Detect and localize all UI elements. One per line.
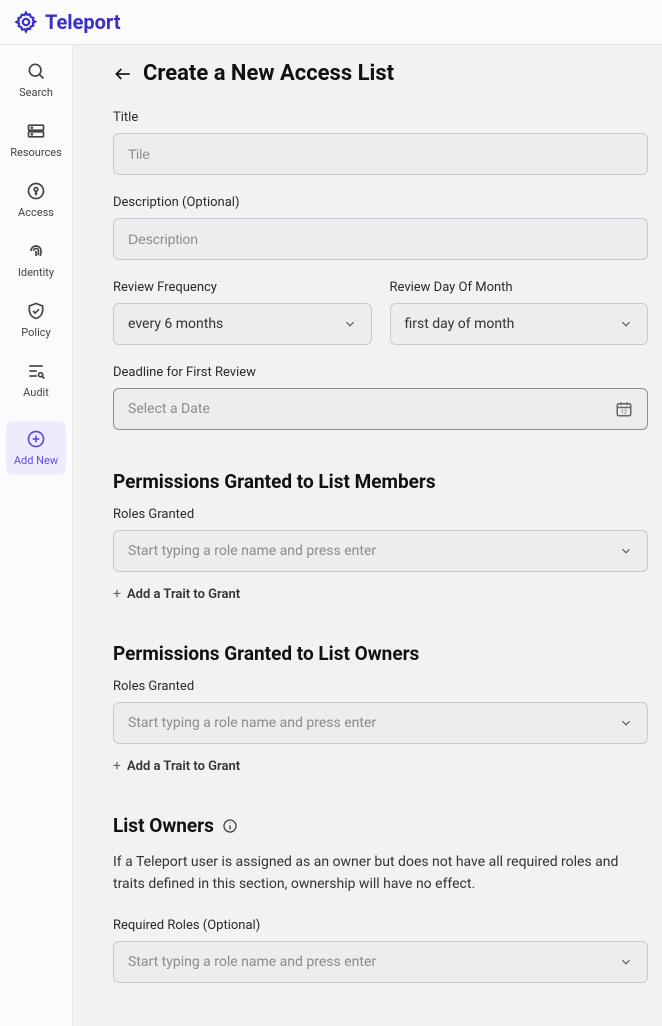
list-owners-helper: If a Teleport user is assigned as an own… (113, 851, 648, 896)
back-arrow-icon[interactable] (113, 64, 133, 84)
chevron-down-icon (619, 716, 633, 730)
review-frequency-label: Review Frequency (113, 280, 372, 295)
plus-icon: + (113, 586, 121, 602)
chevron-down-icon (619, 317, 633, 331)
members-add-trait-label: Add a Trait to Grant (127, 587, 240, 602)
plus-circle-icon (26, 429, 46, 449)
list-owners-heading: List Owners (113, 814, 648, 837)
review-day-select[interactable]: first day of month (390, 303, 649, 345)
deadline-label: Deadline for First Review (113, 365, 648, 380)
gear-icon (14, 10, 38, 34)
search-icon (26, 61, 46, 81)
members-roles-select[interactable]: Start typing a role name and press enter (113, 530, 648, 572)
sidebar-item-label: Access (18, 206, 54, 219)
owners-add-trait-button[interactable]: + Add a Trait to Grant (113, 758, 240, 774)
chevron-down-icon (619, 544, 633, 558)
review-day-label: Review Day Of Month (390, 280, 649, 295)
sidebar-item-add-new[interactable]: Add New (6, 421, 66, 475)
calendar-icon: 12 (615, 400, 633, 418)
deadline-placeholder: Select a Date (128, 401, 210, 417)
sidebar-item-identity[interactable]: Identity (6, 241, 66, 279)
owners-permissions-heading: Permissions Granted to List Owners (113, 642, 648, 665)
members-roles-placeholder: Start typing a role name and press enter (128, 543, 376, 559)
fingerprint-icon (26, 241, 46, 261)
required-roles-label: Required Roles (Optional) (113, 918, 648, 933)
description-label: Description (Optional) (113, 195, 648, 210)
chevron-down-icon (619, 955, 633, 969)
members-roles-label: Roles Granted (113, 507, 648, 522)
owners-roles-placeholder: Start typing a role name and press enter (128, 715, 376, 731)
list-owners-heading-text: List Owners (113, 814, 214, 837)
required-roles-placeholder: Start typing a role name and press enter (128, 954, 376, 970)
app-header: Teleport (0, 0, 662, 45)
members-add-trait-button[interactable]: + Add a Trait to Grant (113, 586, 240, 602)
required-roles-select[interactable]: Start typing a role name and press enter (113, 941, 648, 983)
review-frequency-value: every 6 months (128, 316, 223, 332)
sidebar-item-access[interactable]: Access (6, 181, 66, 219)
sidebar-item-label: Search (19, 86, 53, 99)
sidebar-item-label: Identity (18, 266, 54, 279)
chevron-down-icon (343, 317, 357, 331)
deadline-input[interactable]: Select a Date 12 (113, 388, 648, 430)
sidebar: Search Resources Access Identity Policy … (0, 45, 73, 1026)
sidebar-item-label: Audit (23, 386, 49, 399)
info-icon[interactable] (222, 818, 238, 834)
review-frequency-select[interactable]: every 6 months (113, 303, 372, 345)
sidebar-item-resources[interactable]: Resources (6, 121, 66, 159)
shield-icon (26, 301, 46, 321)
sidebar-item-policy[interactable]: Policy (6, 301, 66, 339)
brand-logo[interactable]: Teleport (14, 10, 121, 34)
key-icon (26, 181, 46, 201)
owners-roles-select[interactable]: Start typing a role name and press enter (113, 702, 648, 744)
sidebar-item-label: Add New (14, 454, 58, 467)
brand-name: Teleport (45, 10, 121, 34)
title-label: Title (113, 110, 648, 125)
sidebar-item-label: Resources (10, 146, 62, 159)
owners-roles-label: Roles Granted (113, 679, 648, 694)
sidebar-item-audit[interactable]: Audit (6, 361, 66, 399)
plus-icon: + (113, 758, 121, 774)
description-input[interactable] (128, 231, 633, 247)
owners-add-trait-label: Add a Trait to Grant (127, 759, 240, 774)
list-search-icon (26, 361, 46, 381)
review-day-value: first day of month (405, 316, 515, 332)
description-input-wrapper (113, 218, 648, 260)
svg-text:12: 12 (621, 410, 627, 416)
title-input[interactable] (128, 146, 633, 162)
main-content: Create a New Access List Title Descripti… (73, 45, 662, 1026)
title-input-wrapper (113, 133, 648, 175)
server-icon (26, 121, 46, 141)
sidebar-item-search[interactable]: Search (6, 61, 66, 99)
page-title: Create a New Access List (143, 61, 394, 86)
sidebar-item-label: Policy (21, 326, 50, 339)
members-permissions-heading: Permissions Granted to List Members (113, 470, 648, 493)
